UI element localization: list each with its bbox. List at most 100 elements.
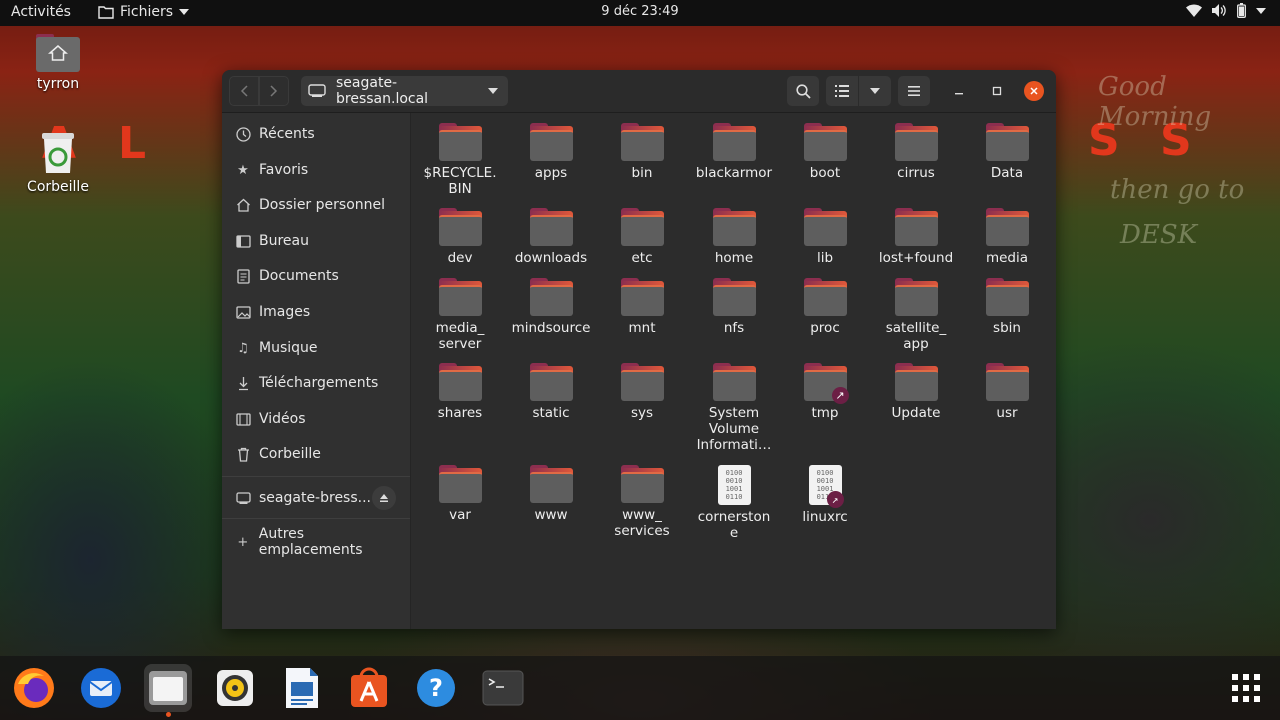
file-name-label: satellite_ app [885, 320, 947, 352]
folder-item[interactable]: Update [873, 363, 959, 421]
folder-item[interactable]: apps [508, 123, 594, 181]
sidebar-item-images[interactable]: Images [222, 296, 410, 328]
folder-item[interactable]: System Volume Informati… [691, 363, 777, 453]
dock-app-rhythmbox[interactable] [211, 664, 259, 712]
dock-app-thunderbird[interactable] [77, 664, 125, 712]
folder-icon [620, 278, 664, 316]
folder-item[interactable]: shares [417, 363, 503, 421]
dock-app-writer[interactable] [278, 664, 326, 712]
folder-icon [894, 208, 938, 246]
back-button[interactable] [229, 76, 259, 106]
sidebar-item-other-locations[interactable]: + Autres emplacements [222, 526, 410, 558]
sidebar-item-label: Dossier personnel [259, 197, 386, 213]
close-button[interactable] [1024, 81, 1044, 101]
download-icon [235, 375, 251, 391]
sidebar-item-documents[interactable]: Documents [222, 260, 410, 292]
folder-icon [620, 123, 664, 161]
folder-item[interactable]: nfs [691, 278, 777, 336]
forward-button[interactable] [259, 76, 289, 106]
view-list-button[interactable] [826, 76, 858, 106]
folder-icon [803, 278, 847, 316]
folder-item[interactable]: sbin [964, 278, 1050, 336]
sidebar-item-downloads[interactable]: Téléchargements [222, 367, 410, 399]
writer-icon [286, 668, 318, 708]
wallpaper-chalk-text: then go to [1110, 175, 1245, 205]
folder-item[interactable]: ↗ tmp [782, 363, 868, 421]
app-menu[interactable]: Fichiers [98, 4, 190, 20]
sidebar-item-label: Musique [259, 340, 318, 356]
dock-app-software[interactable] [345, 664, 393, 712]
dock-app-firefox[interactable] [10, 664, 58, 712]
folder-item[interactable]: home [691, 208, 777, 266]
folder-item[interactable]: etc [599, 208, 685, 266]
maximize-button[interactable] [987, 81, 1007, 101]
sidebar-item-music[interactable]: ♫ Musique [222, 332, 410, 364]
battery-icon [1237, 3, 1246, 18]
dock-app-files[interactable] [144, 664, 192, 717]
sidebar-item-desktop[interactable]: Bureau [222, 225, 410, 257]
dock-app-help[interactable]: ? [412, 664, 460, 712]
folder-item[interactable]: cirrus [873, 123, 959, 181]
wifi-icon [1186, 4, 1202, 17]
folder-item[interactable]: var [417, 465, 503, 523]
folder-item[interactable]: dev [417, 208, 503, 266]
sidebar-item-home[interactable]: Dossier personnel [222, 189, 410, 221]
system-tray[interactable] [1186, 3, 1266, 18]
help-icon: ? [417, 669, 455, 707]
activities-button[interactable]: Activités [11, 4, 71, 20]
folder-item[interactable]: downloads [508, 208, 594, 266]
folder-item[interactable]: media [964, 208, 1050, 266]
volume-icon [1212, 4, 1226, 17]
folder-item[interactable]: satellite_ app [873, 278, 959, 352]
sidebar-item-videos[interactable]: Vidéos [222, 403, 410, 435]
clock[interactable]: 9 déc 23:49 [601, 4, 678, 19]
folder-item[interactable]: lost+found [873, 208, 959, 266]
sidebar-item-network-mount[interactable]: seagate-bress... [222, 482, 410, 514]
folder-item[interactable]: boot [782, 123, 868, 181]
header-bar: seagate-bressan.local [222, 70, 1056, 113]
folder-item[interactable]: static [508, 363, 594, 421]
folder-item[interactable]: bin [599, 123, 685, 181]
show-applications-button[interactable] [1222, 664, 1270, 712]
folder-item[interactable]: mindsource [508, 278, 594, 336]
folder-item[interactable]: www [508, 465, 594, 523]
file-manager-window: seagate-bressan.local Récents ★ Favoris … [222, 70, 1056, 629]
folder-item[interactable]: proc [782, 278, 868, 336]
folder-item[interactable]: sys [599, 363, 685, 421]
folder-item[interactable]: $RECYCLE. BIN [417, 123, 503, 197]
folder-item[interactable]: lib [782, 208, 868, 266]
folder-item[interactable]: mnt [599, 278, 685, 336]
file-item[interactable]: 0100 0010 1001 0110 ↗ linuxrc [782, 465, 868, 525]
file-name-label: nfs [723, 320, 745, 336]
thunderbird-icon [81, 668, 121, 708]
file-name-label: lib [816, 250, 834, 266]
folder-item[interactable]: usr [964, 363, 1050, 421]
view-options-button[interactable] [859, 76, 891, 106]
desktop-icon-trash[interactable]: Corbeille [18, 131, 98, 195]
sidebar-item-recents[interactable]: Récents [222, 118, 410, 150]
file-name-label: cornerston e [697, 509, 771, 541]
show-applications-icon [1232, 674, 1260, 702]
folder-icon: ↗ [803, 363, 849, 404]
sidebar-item-favorites[interactable]: ★ Favoris [222, 154, 410, 186]
eject-icon [380, 494, 388, 502]
file-item[interactable]: 0100 0010 1001 0110 cornerston e [691, 465, 777, 541]
main-menu-button[interactable] [898, 76, 930, 106]
folder-item[interactable]: blackarmor [691, 123, 777, 181]
folder-icon [529, 363, 573, 401]
folder-item[interactable]: Data [964, 123, 1050, 181]
desktop-icon-home[interactable]: tyrron [18, 34, 98, 92]
folder-item[interactable]: www_ services [599, 465, 685, 539]
sidebar-item-trash[interactable]: Corbeille [222, 438, 410, 470]
eject-button[interactable] [372, 486, 396, 510]
file-name-label: home [714, 250, 754, 266]
folder-item[interactable]: media_ server [417, 278, 503, 352]
folder-icon [438, 123, 482, 161]
app-menu-label: Fichiers [120, 4, 174, 20]
dock-app-terminal[interactable] [479, 664, 527, 712]
location-bar[interactable]: seagate-bressan.local [301, 75, 508, 107]
minimize-button[interactable] [949, 81, 969, 101]
search-button[interactable] [787, 76, 819, 106]
sidebar-item-label: Bureau [259, 233, 309, 249]
search-icon [795, 83, 811, 99]
